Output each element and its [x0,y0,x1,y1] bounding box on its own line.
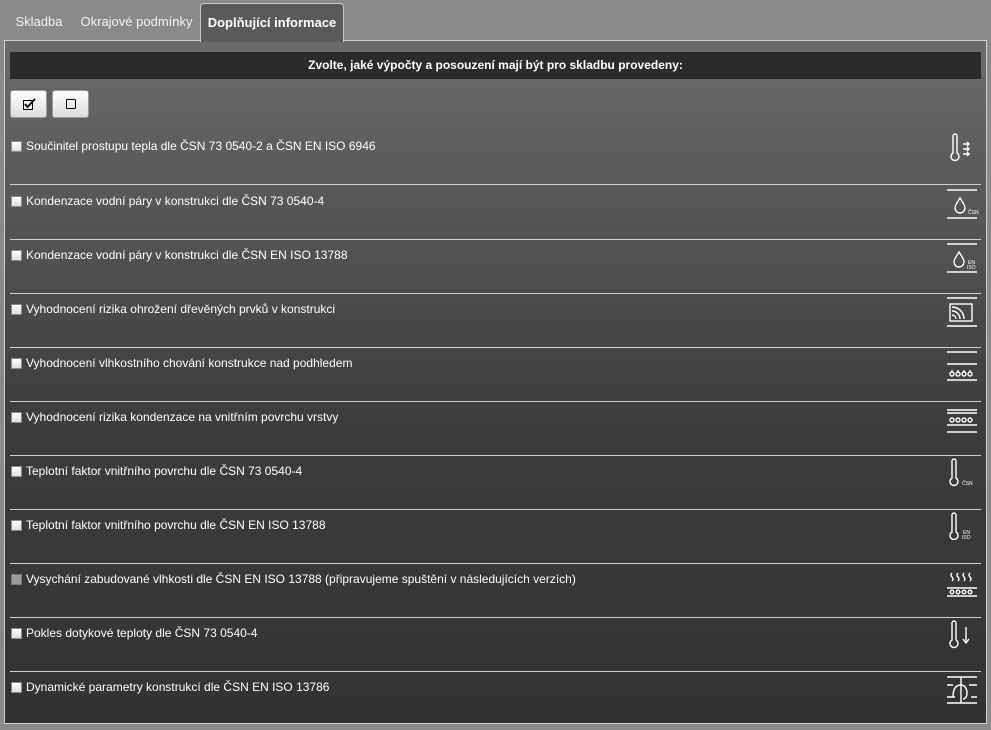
option-row-contact-temp: Pokles dotykové teploty dle ČSN 73 0540-… [10,617,981,672]
timber-element-icon [945,295,979,329]
tab-bar: Skladba Okrajové podmínky Doplňující inf… [0,0,991,42]
option-row-temp-factor-csn: Teplotní faktor vnitřního povrchu dle ČS… [10,455,981,510]
surface-condensation-icon [945,403,979,437]
thermometer-en-iso-icon: EN ISO [945,511,979,545]
option-checkbox[interactable] [11,520,22,531]
option-label: Vyhodnocení vlhkostního chování konstruk… [26,356,353,370]
option-row-temp-factor-en-iso: Teplotní faktor vnitřního povrchu dle ČS… [10,509,981,564]
checkbox-empty-icon [66,99,76,109]
svg-text:ČSN: ČSN [968,209,979,216]
option-label: Kondenzace vodní páry v konstrukci dle Č… [26,248,348,262]
option-label: Kondenzace vodní páry v konstrukci dle Č… [26,194,325,208]
option-checkbox[interactable] [11,412,22,423]
option-label: Dynamické parametry konstrukcí dle ČSN E… [26,680,330,694]
panel-header: Zvolte, jaké výpočty a posouzení mají bý… [10,52,981,79]
option-row-moisture-ceiling: Vyhodnocení vlhkostního chování konstruk… [10,347,981,402]
tab-okrajove-podminky[interactable]: Okrajové podmínky [75,4,198,40]
option-row-thermal-transmittance: Součinitel prostupu tepla dle ČSN 73 054… [10,130,981,185]
checkbox-checked-icon [23,98,36,110]
options-panel: Zvolte, jaké výpočty a posouzení mají bý… [4,40,987,724]
option-label: Teplotní faktor vnitřního povrchu dle ČS… [26,464,303,478]
option-label: Pokles dotykové teploty dle ČSN 73 0540-… [26,626,258,640]
option-label: Součinitel prostupu tepla dle ČSN 73 054… [26,139,376,153]
option-label: Vyhodnocení rizika ohrožení dřevěných pr… [26,302,336,316]
option-checkbox[interactable] [11,141,22,152]
thermometer-heat-flow-icon [945,132,979,166]
option-checkbox[interactable] [11,358,22,369]
option-row-drying-moisture: Vysychání zabudované vlhkosti dle ČSN EN… [10,563,981,618]
option-checkbox[interactable] [11,682,22,693]
option-label: Vysychání zabudované vlhkosti dle ČSN EN… [26,572,576,586]
dynamic-wave-icon [945,673,979,707]
svg-text:ISO: ISO [962,535,971,541]
option-checkbox[interactable] [11,196,22,207]
moisture-under-ceiling-icon [945,349,979,383]
option-row-surface-condensation: Vyhodnocení rizika kondenzace na vnitřní… [10,401,981,456]
tab-skladba[interactable]: Skladba [6,4,72,40]
drop-csn-icon: ČSN [945,187,979,221]
check-all-button[interactable] [10,90,47,118]
option-label: Vyhodnocení rizika kondenzace na vnitřní… [26,410,339,424]
svg-text:ISO: ISO [967,265,976,271]
option-row-dynamic-params: Dynamické parametry konstrukcí dle ČSN E… [10,671,981,725]
option-checkbox[interactable] [11,304,22,315]
option-label: Teplotní faktor vnitřního povrchu dle ČS… [26,518,326,532]
option-row-condensation-csn: Kondenzace vodní páry v konstrukci dle Č… [10,185,981,240]
option-checkbox[interactable] [11,466,22,477]
option-row-condensation-en-iso: Kondenzace vodní páry v konstrukci dle Č… [10,239,981,294]
tab-doplnujici-informace[interactable]: Doplňující informace [200,3,344,42]
option-checkbox-disabled [11,574,22,585]
thermometer-csn-icon: ČSN [945,457,979,491]
option-checkbox[interactable] [11,628,22,639]
option-checkbox[interactable] [11,250,22,261]
svg-text:ČSN: ČSN [962,480,973,487]
drying-moisture-icon [945,565,979,599]
thermometer-drop-icon [945,619,979,653]
option-row-timber-risk: Vyhodnocení rizika ohrožení dřevěných pr… [10,293,981,348]
drop-en-iso-icon: EN ISO [945,241,979,275]
uncheck-all-button[interactable] [52,90,89,118]
